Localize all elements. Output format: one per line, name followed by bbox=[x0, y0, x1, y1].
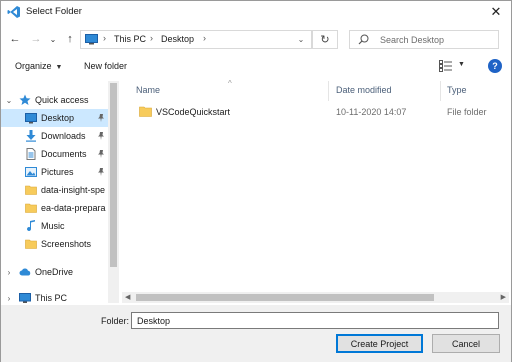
chevron-down-icon[interactable]: ⌄ bbox=[4, 96, 14, 105]
chevron-down-icon: ▼ bbox=[55, 64, 63, 71]
view-dropdown-icon[interactable]: ▼ bbox=[458, 61, 465, 68]
scroll-left-icon[interactable]: ◀ bbox=[125, 293, 130, 301]
column-divider[interactable] bbox=[328, 81, 329, 101]
folder-name-input[interactable]: Desktop bbox=[131, 312, 499, 329]
help-button[interactable]: ? bbox=[488, 59, 502, 73]
sidebar-item-pictures[interactable]: Pictures bbox=[1, 163, 119, 181]
address-segment-desktop[interactable]: Desktop bbox=[161, 34, 194, 44]
file-list-scrollbar[interactable]: ◀ ▶ bbox=[122, 292, 509, 303]
sidebar-item-label: OneDrive bbox=[35, 267, 74, 277]
new-folder-button[interactable]: New folder bbox=[84, 61, 127, 71]
search-icon bbox=[358, 34, 369, 45]
sidebar-item-downloads[interactable]: Downloads bbox=[1, 127, 119, 145]
refresh-button[interactable]: ↻ bbox=[312, 30, 338, 49]
file-type: File folder bbox=[447, 107, 487, 117]
up-button[interactable]: ↑ bbox=[62, 30, 78, 48]
download-icon bbox=[26, 130, 36, 142]
file-row[interactable]: VSCodeQuickstart 10-11-2020 14:07 File f… bbox=[131, 103, 501, 121]
sidebar-item-label: ea-data-prepara bbox=[41, 203, 106, 213]
sidebar-item-quick-access[interactable]: ⌄ Quick access bbox=[1, 91, 119, 109]
star-icon bbox=[19, 94, 31, 105]
address-separator: › bbox=[203, 33, 206, 43]
folder-icon bbox=[25, 239, 37, 249]
sidebar-item-data-insight[interactable]: data-insight-spe bbox=[1, 181, 119, 199]
pin-icon bbox=[98, 150, 104, 158]
address-separator: › bbox=[150, 33, 153, 43]
create-project-button[interactable]: Create Project bbox=[336, 334, 423, 353]
sidebar-item-ea-data[interactable]: ea-data-prepara bbox=[1, 199, 119, 217]
organize-button[interactable]: Organize ▼ bbox=[15, 61, 62, 71]
folder-icon bbox=[25, 203, 37, 213]
navigation-pane: ⌄ Quick access Desktop Downloads Documen… bbox=[1, 81, 121, 303]
folder-icon bbox=[25, 185, 37, 195]
folder-icon bbox=[139, 106, 152, 117]
view-options-icon[interactable] bbox=[439, 60, 453, 72]
column-divider[interactable] bbox=[440, 81, 441, 101]
sidebar-item-label: Downloads bbox=[41, 131, 86, 141]
sidebar-item-label: Documents bbox=[41, 149, 87, 159]
chevron-right-icon[interactable]: › bbox=[4, 268, 14, 277]
command-toolbar: Organize ▼ New folder ▼ ? bbox=[1, 55, 511, 79]
navigation-pane-scrollbar[interactable] bbox=[108, 81, 119, 303]
column-header-date-modified[interactable]: Date modified bbox=[336, 85, 392, 95]
address-separator: › bbox=[103, 33, 106, 43]
cancel-button[interactable]: Cancel bbox=[432, 334, 500, 353]
sidebar-item-label: Desktop bbox=[41, 113, 75, 123]
sidebar-item-desktop[interactable]: Desktop bbox=[1, 109, 119, 127]
address-bar[interactable]: › This PC › Desktop › bbox=[80, 30, 312, 49]
column-header-name[interactable]: Name bbox=[136, 85, 160, 95]
sidebar-item-documents[interactable]: Documents bbox=[1, 145, 119, 163]
pin-icon bbox=[98, 132, 104, 140]
forward-button[interactable]: → bbox=[28, 30, 44, 48]
recent-locations-button[interactable]: ⌄ bbox=[45, 30, 61, 48]
dialog-footer: Folder: Desktop Create Project Cancel bbox=[1, 305, 511, 362]
search-box[interactable]: Search Desktop bbox=[349, 30, 499, 49]
pin-icon bbox=[98, 168, 104, 176]
navigation-bar: ← → ⌄ ↑ › This PC › Desktop › ⌄ ↻ Search… bbox=[1, 27, 511, 51]
sidebar-item-label: Music bbox=[41, 221, 65, 231]
sidebar-item-label: This PC bbox=[35, 293, 68, 303]
address-segment-this-pc[interactable]: This PC bbox=[114, 34, 146, 44]
back-button[interactable]: ← bbox=[7, 30, 23, 48]
sidebar-item-onedrive[interactable]: › OneDrive bbox=[1, 263, 119, 281]
scrollbar-thumb[interactable] bbox=[136, 294, 434, 301]
pc-icon bbox=[85, 34, 98, 45]
sidebar-item-screenshots[interactable]: Screenshots bbox=[1, 235, 119, 253]
pc-icon bbox=[19, 293, 31, 303]
pin-icon bbox=[98, 114, 104, 122]
vscode-icon bbox=[7, 6, 20, 18]
file-list: ^ Name Date modified Type VSCodeQuicksta… bbox=[122, 79, 510, 303]
sort-ascending-icon: ^ bbox=[228, 79, 232, 88]
document-icon bbox=[26, 148, 36, 160]
sidebar-item-label: Quick access bbox=[35, 95, 89, 105]
sidebar-item-label: data-insight-spe bbox=[41, 185, 106, 195]
window-title: Select Folder bbox=[26, 6, 82, 17]
cloud-icon bbox=[19, 268, 31, 276]
sidebar-item-label: Pictures bbox=[41, 167, 74, 177]
select-folder-dialog: Select Folder ✕ ← → ⌄ ↑ › This PC › Desk… bbox=[0, 0, 512, 362]
title-bar: Select Folder ✕ bbox=[1, 1, 511, 23]
pictures-icon bbox=[25, 167, 37, 177]
close-button[interactable]: ✕ bbox=[485, 1, 507, 23]
column-header-type[interactable]: Type bbox=[447, 85, 467, 95]
address-dropdown-button[interactable]: ⌄ bbox=[291, 30, 311, 49]
desktop-icon bbox=[25, 113, 37, 124]
file-name: VSCodeQuickstart bbox=[156, 107, 231, 117]
sidebar-item-label: Screenshots bbox=[41, 239, 92, 249]
music-icon bbox=[27, 220, 35, 232]
folder-label: Folder: bbox=[101, 316, 130, 326]
file-date-modified: 10-11-2020 14:07 bbox=[336, 107, 407, 117]
search-placeholder: Search Desktop bbox=[380, 35, 445, 45]
scroll-right-icon[interactable]: ▶ bbox=[501, 293, 506, 301]
scrollbar-thumb[interactable] bbox=[110, 83, 117, 267]
sidebar-item-music[interactable]: Music bbox=[1, 217, 119, 235]
sidebar-item-this-pc[interactable]: › This PC bbox=[1, 289, 119, 303]
chevron-right-icon[interactable]: › bbox=[4, 294, 14, 303]
organize-label: Organize bbox=[15, 61, 52, 71]
